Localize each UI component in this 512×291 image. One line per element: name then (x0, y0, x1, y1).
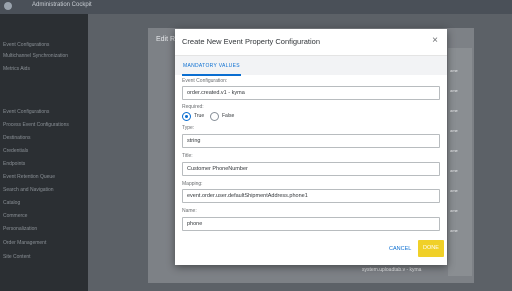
mapping-field[interactable]: event.order.user.defaultShipmentAddress.… (182, 189, 440, 203)
app-logo-icon (4, 2, 12, 10)
close-icon[interactable]: × (430, 36, 440, 46)
required-false-label: False (222, 113, 235, 119)
sidebar-item[interactable]: Event Retention Queue (3, 174, 55, 180)
required-true-label: True (194, 113, 205, 119)
app-title: Administration Cockpit (32, 2, 92, 8)
background-footer-text: system.uploadtab.v - kyma (362, 267, 422, 273)
sidebar-item[interactable]: Personalization (3, 226, 37, 232)
background-value: ame (450, 228, 458, 233)
required-false-radio[interactable] (210, 112, 219, 121)
background-value: ame (450, 128, 458, 133)
background-value: ame (450, 108, 458, 113)
sidebar: Event Configurations Multichannel Synchr… (0, 14, 88, 291)
dialog-title: Create New Event Property Configuration (182, 37, 320, 46)
background-value: ame (450, 148, 458, 153)
sidebar-item[interactable]: Event Configurations (3, 42, 49, 48)
type-label: Type: (182, 125, 195, 131)
dialog-header: Create New Event Property Configuration … (175, 29, 447, 55)
background-value: ame (450, 88, 458, 93)
background-value: ame (450, 168, 458, 173)
sidebar-item[interactable]: Event Configurations (3, 109, 49, 115)
required-label: Required: (182, 104, 204, 110)
sidebar-item[interactable]: Commerce (3, 213, 27, 219)
name-field[interactable]: phone (182, 217, 440, 231)
sidebar-item[interactable]: Endpoints (3, 161, 25, 167)
dialog-tabbar: MANDATORY VALUES (175, 55, 447, 76)
app-topbar: Administration Cockpit (0, 0, 512, 14)
sidebar-item[interactable]: Search and Navigation (3, 187, 54, 193)
required-true-radio[interactable] (182, 112, 191, 121)
sidebar-item[interactable]: Process Event Configurations (3, 122, 69, 128)
create-event-property-dialog: Create New Event Property Configuration … (175, 29, 447, 265)
sidebar-item[interactable]: Catalog (3, 200, 20, 206)
cancel-button[interactable]: CANCEL (389, 243, 411, 255)
sidebar-item[interactable]: Site Content (3, 254, 31, 260)
sidebar-item[interactable]: Metrics Aids (3, 66, 30, 72)
title-label: Title: (182, 153, 193, 159)
name-label: Name: (182, 208, 197, 214)
event-configuration-label: Event Configuration: (182, 78, 228, 84)
background-value: ame (450, 208, 458, 213)
sidebar-item[interactable]: Multichannel Synchronization (3, 53, 68, 59)
sidebar-item[interactable]: Order Management (3, 240, 46, 246)
sidebar-item[interactable]: Credentials (3, 148, 28, 154)
tab-mandatory-values[interactable]: MANDATORY VALUES (182, 58, 241, 76)
done-button[interactable]: DONE (418, 240, 444, 257)
sidebar-item[interactable]: Destinations (3, 135, 31, 141)
event-configuration-field[interactable]: order.created.v1 - kyma (182, 86, 440, 100)
background-value: ame (450, 68, 458, 73)
background-value: ame (450, 188, 458, 193)
mapping-label: Mapping: (182, 181, 203, 187)
title-field[interactable]: Customer PhoneNumber (182, 162, 440, 176)
background-card-title: Edit R (156, 36, 176, 43)
background-value-column: ame ame ame ame ame ame ame ame ame (448, 48, 472, 276)
type-field[interactable]: string (182, 134, 440, 148)
